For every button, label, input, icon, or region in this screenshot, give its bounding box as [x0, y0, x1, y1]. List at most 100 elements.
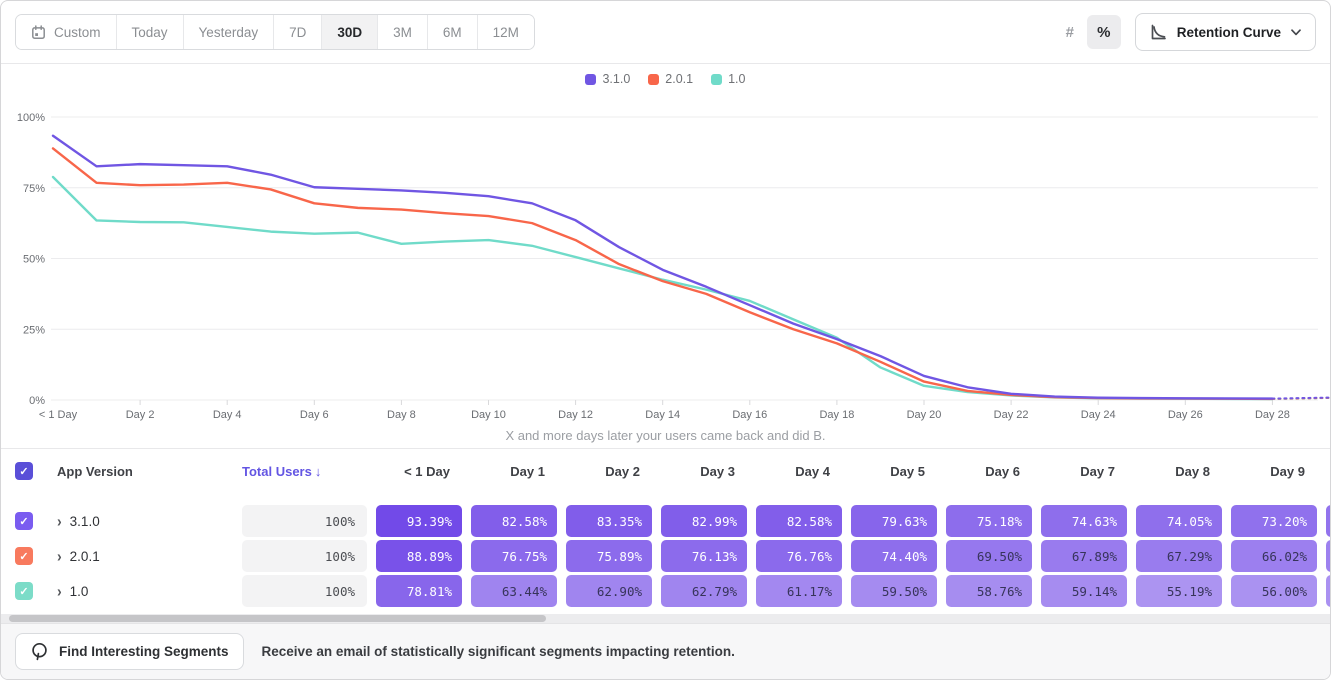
- series-line-3-1-0[interactable]: [53, 136, 1272, 399]
- retention-cell-clipped[interactable]: [1326, 540, 1331, 572]
- legend-item-1-0[interactable]: 1.0: [711, 72, 745, 86]
- date-range-30d[interactable]: 30D: [322, 15, 378, 49]
- retention-cell-2-0-1-day-4[interactable]: 76.76%: [756, 540, 842, 572]
- retention-cell-2-0-1-day-8[interactable]: 67.29%: [1136, 540, 1222, 572]
- date-range-label: Today: [132, 25, 168, 40]
- retention-cell-3-1-0-day-2[interactable]: 83.35%: [566, 505, 652, 537]
- series-line-2-0-1[interactable]: [53, 148, 1272, 398]
- x-axis-tick-label: < 1 Day: [39, 409, 78, 421]
- legend-item-2-0-1[interactable]: 2.0.1: [648, 72, 693, 86]
- retention-table: ✓ App Version Total Users ↓ < 1 DayDay 1…: [1, 448, 1330, 623]
- retention-cell-1-0-day-3[interactable]: 62.79%: [661, 575, 747, 607]
- x-axis-tick-label: Day 16: [732, 409, 767, 421]
- table-header-row: ✓ App Version Total Users ↓ < 1 DayDay 1…: [1, 449, 1330, 493]
- retention-cell-2-0-1-day-6[interactable]: 69.50%: [946, 540, 1032, 572]
- date-range-custom[interactable]: Custom: [16, 15, 117, 49]
- retention-cell-3-1-0-day-7[interactable]: 74.63%: [1041, 505, 1127, 537]
- retention-cell-2-0-1-day-9[interactable]: 66.02%: [1231, 540, 1317, 572]
- column-header-day-7[interactable]: Day 7: [1032, 464, 1127, 479]
- retention-cell-3-1-0-day-8[interactable]: 74.05%: [1136, 505, 1222, 537]
- date-range-12m[interactable]: 12M: [478, 15, 534, 49]
- retention-cell-3-1-0-day-0[interactable]: 93.39%: [376, 505, 462, 537]
- row-checkbox-1-0[interactable]: ✓: [15, 582, 33, 600]
- table-row-3-1-0: ✓›3.1.0100%93.39%82.58%83.35%82.99%82.58…: [1, 505, 1330, 537]
- column-header-app-version: App Version: [57, 464, 242, 479]
- retention-cell-1-0-day-7[interactable]: 59.14%: [1041, 575, 1127, 607]
- find-interesting-segments-button[interactable]: Find Interesting Segments: [15, 633, 244, 670]
- retention-chart[interactable]: 0%25%50%75%100%< 1 DayDay 2Day 4Day 6Day…: [1, 88, 1331, 424]
- retention-cell-clipped[interactable]: [1326, 505, 1331, 537]
- row-checkbox-2-0-1[interactable]: ✓: [15, 547, 33, 565]
- retention-cell-3-1-0-day-6[interactable]: 75.18%: [946, 505, 1032, 537]
- column-header-day-8[interactable]: Day 8: [1127, 464, 1222, 479]
- retention-cell-3-1-0-day-5[interactable]: 79.63%: [851, 505, 937, 537]
- date-range-today[interactable]: Today: [117, 15, 184, 49]
- legend-label: 1.0: [728, 72, 745, 86]
- retention-cell-3-1-0-day-9[interactable]: 73.20%: [1231, 505, 1317, 537]
- retention-cell-2-0-1-day-3[interactable]: 76.13%: [661, 540, 747, 572]
- date-range-3m[interactable]: 3M: [378, 15, 428, 49]
- legend-swatch: [711, 74, 722, 85]
- calendar-icon: [31, 25, 46, 40]
- retention-cell-1-0-day-5[interactable]: 59.50%: [851, 575, 937, 607]
- legend-swatch: [648, 74, 659, 85]
- x-axis-tick-label: Day 14: [645, 409, 680, 421]
- expand-row-icon[interactable]: ›: [57, 547, 62, 565]
- legend-item-3-1-0[interactable]: 3.1.0: [585, 72, 630, 86]
- date-range-label: 12M: [493, 25, 519, 40]
- column-header-day-6[interactable]: Day 6: [937, 464, 1032, 479]
- table-body: ✓›3.1.0100%93.39%82.58%83.35%82.99%82.58…: [1, 505, 1330, 607]
- x-axis-tick-label: Day 26: [1168, 409, 1203, 421]
- series-line-1-0[interactable]: [53, 177, 1272, 399]
- date-range-yesterday[interactable]: Yesterday: [184, 15, 275, 49]
- date-range-7d[interactable]: 7D: [274, 15, 322, 49]
- retention-cell-1-0-day-2[interactable]: 62.90%: [566, 575, 652, 607]
- column-header-day-4[interactable]: Day 4: [747, 464, 842, 479]
- column-header-day-9[interactable]: Day 9: [1222, 464, 1317, 479]
- retention-cell-2-0-1-day-7[interactable]: 67.89%: [1041, 540, 1127, 572]
- retention-cell-2-0-1-day-2[interactable]: 75.89%: [566, 540, 652, 572]
- column-header-1-day[interactable]: < 1 Day: [367, 464, 462, 479]
- retention-cell-1-0-day-9[interactable]: 56.00%: [1231, 575, 1317, 607]
- table-row-1-0: ✓›1.0100%78.81%63.44%62.90%62.79%61.17%5…: [1, 575, 1330, 607]
- retention-cell-3-1-0-day-4[interactable]: 82.58%: [756, 505, 842, 537]
- retention-cell-2-0-1-day-5[interactable]: 74.40%: [851, 540, 937, 572]
- column-header-day-5[interactable]: Day 5: [842, 464, 937, 479]
- column-header-day-2[interactable]: Day 2: [557, 464, 652, 479]
- expand-row-icon[interactable]: ›: [57, 512, 62, 530]
- series-projection-3-1-0: [1272, 398, 1329, 399]
- retention-cell-3-1-0-day-1[interactable]: 82.58%: [471, 505, 557, 537]
- column-header-day-3[interactable]: Day 3: [652, 464, 747, 479]
- retention-cell-1-0-day-0[interactable]: 78.81%: [376, 575, 462, 607]
- segments-icon: [30, 642, 49, 661]
- date-range-label: Custom: [54, 25, 101, 40]
- retention-cell-1-0-day-1[interactable]: 63.44%: [471, 575, 557, 607]
- retention-cell-2-0-1-day-0[interactable]: 88.89%: [376, 540, 462, 572]
- date-range-label: 30D: [337, 25, 362, 40]
- y-axis-tick-label: 0%: [29, 395, 45, 407]
- date-range-6m[interactable]: 6M: [428, 15, 478, 49]
- footer-message: Receive an email of statistically signif…: [262, 644, 735, 659]
- horizontal-scrollbar-track[interactable]: [1, 614, 1330, 623]
- count-mode-button[interactable]: #: [1053, 15, 1087, 49]
- column-header-day-1[interactable]: Day 1: [462, 464, 557, 479]
- retention-cell-2-0-1-day-1[interactable]: 76.75%: [471, 540, 557, 572]
- horizontal-scrollbar-thumb[interactable]: [9, 615, 546, 622]
- retention-cell-1-0-day-8[interactable]: 55.19%: [1136, 575, 1222, 607]
- chart-type-dropdown[interactable]: Retention Curve: [1135, 13, 1316, 51]
- column-header-total-users[interactable]: Total Users ↓: [242, 464, 367, 479]
- chart-caption: X and more days later your users came ba…: [1, 428, 1330, 443]
- toolbar-right: #% Retention Curve: [1053, 13, 1316, 51]
- retention-cell-clipped[interactable]: [1326, 575, 1331, 607]
- date-range-label: 7D: [289, 25, 306, 40]
- retention-cell-3-1-0-day-3[interactable]: 82.99%: [661, 505, 747, 537]
- expand-row-icon[interactable]: ›: [57, 582, 62, 600]
- select-all-checkbox[interactable]: ✓: [15, 462, 33, 480]
- row-checkbox-3-1-0[interactable]: ✓: [15, 512, 33, 530]
- percent-mode-button[interactable]: %: [1087, 15, 1121, 49]
- date-range-label: 3M: [393, 25, 412, 40]
- y-axis-tick-label: 25%: [23, 324, 45, 336]
- x-axis-tick-label: Day 24: [1081, 409, 1116, 421]
- retention-cell-1-0-day-6[interactable]: 58.76%: [946, 575, 1032, 607]
- retention-cell-1-0-day-4[interactable]: 61.17%: [756, 575, 842, 607]
